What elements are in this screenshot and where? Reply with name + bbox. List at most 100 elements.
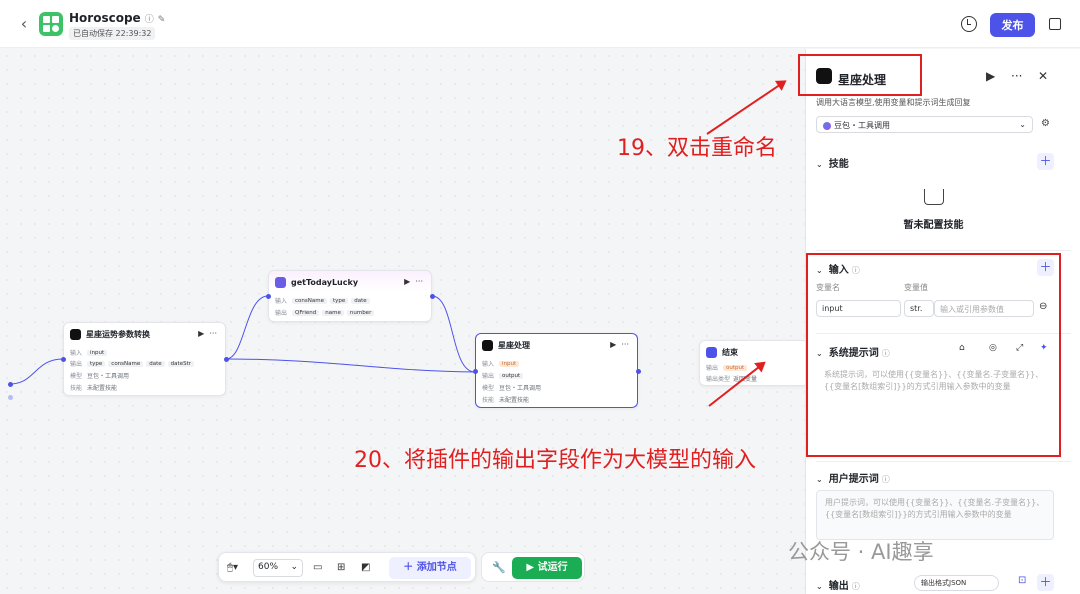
chevron-down-icon: ⌄	[816, 582, 823, 591]
node-title: 星座处理	[498, 341, 530, 350]
info-icon[interactable]: ⓘ	[852, 582, 860, 591]
tag: input	[87, 349, 108, 356]
section-label: 技能	[828, 159, 849, 170]
mouse-mode-icon[interactable]: 🖱▾	[227, 562, 238, 573]
node-output-row: 输出 output	[706, 363, 748, 372]
skill-value: 未配置技能	[499, 397, 530, 404]
model-select[interactable]: 豆包・工具调用 ⌄	[816, 116, 1033, 133]
port[interactable]	[61, 357, 66, 362]
minimap-icon[interactable]: ◩	[361, 562, 370, 573]
tag: input	[499, 360, 520, 367]
divider	[816, 333, 1071, 334]
row-label: 模型	[70, 373, 83, 380]
user-prompt-textarea[interactable]: 用户提示词，可以使用{{变量名}}、{{变量名.子变量名}}、{{变量名[数组索…	[816, 490, 1054, 540]
port[interactable]	[430, 294, 435, 299]
model-value: 豆包・工具调用	[87, 373, 130, 380]
system-prompt-textarea[interactable]: 系统提示词，可以使用{{变量名}}、{{变量名.子变量名}}、{{变量名[数组索…	[816, 363, 1054, 447]
end-icon	[706, 347, 717, 358]
section-system-prompt[interactable]: ⌄ 系统提示词 ⓘ	[816, 344, 890, 359]
edge-n2-n3	[431, 295, 476, 373]
remove-input-icon[interactable]: ⊖	[1039, 301, 1047, 312]
add-output-button[interactable]: ＋	[1037, 574, 1054, 591]
port[interactable]	[473, 369, 478, 374]
add-skill-button[interactable]: ＋	[1037, 153, 1054, 170]
row-label: 模型	[482, 385, 495, 392]
input-type-select[interactable]: str.	[904, 300, 934, 317]
model-select-value: 豆包・工具调用	[834, 121, 890, 130]
port[interactable]	[636, 369, 641, 374]
section-input[interactable]: ⌄ 输入 ⓘ	[816, 261, 860, 276]
history-icon[interactable]	[961, 16, 977, 32]
node-header: 星座处理	[482, 340, 530, 351]
template-icon[interactable]: ⌂	[959, 343, 965, 353]
lightbulb-icon[interactable]: ◎	[989, 343, 997, 353]
value-placeholder: 输入或引用参数值	[940, 305, 1004, 314]
add-node-button[interactable]: ＋ 添加节点	[389, 557, 471, 579]
port[interactable]	[224, 357, 229, 362]
test-run-button[interactable]: ▶ 试运行	[512, 557, 582, 579]
row-label: 输出	[482, 373, 495, 380]
add-input-button[interactable]: ＋	[1037, 259, 1054, 276]
run-toolbar: 🔧 ▶ 试运行	[481, 552, 585, 582]
annotation-input: 20、将插件的输出字段作为大模型的输入	[354, 448, 756, 473]
chevron-down-icon: ⌄	[816, 160, 823, 169]
zoom-value: 60%	[258, 562, 279, 572]
port[interactable]	[266, 294, 271, 299]
section-output[interactable]: ⌄ 输出 ⓘ	[816, 577, 860, 592]
port[interactable]	[8, 395, 13, 400]
node-config-panel: 星座处理 ▶ ··· ✕ 调用大语言模型,使用变量和提示词生成回复 豆包・工具调…	[805, 49, 1080, 594]
layout-icon[interactable]: ⊞	[337, 562, 345, 573]
node-model-row: 模型 豆包・工具调用	[482, 383, 541, 392]
port[interactable]	[8, 382, 13, 387]
llm-icon	[482, 340, 493, 351]
zoom-select[interactable]: 60% ⌄	[253, 559, 303, 577]
panel-description: 调用大语言模型,使用变量和提示词生成回复	[816, 98, 971, 107]
tag: date	[351, 297, 370, 304]
close-icon[interactable]: ✕	[1038, 69, 1048, 83]
edit-icon[interactable]: ✎	[158, 15, 166, 25]
section-skills[interactable]: ⌄ 技能	[816, 155, 849, 170]
expand-icon[interactable]: ⤢	[1016, 343, 1023, 353]
node-constellation-process[interactable]: 星座处理 ▶ ··· 输入 input 输出 output 模型 豆包・工具调用 技能…	[475, 333, 638, 408]
node-get-today-lucky[interactable]: getTodayLucky ▶ ··· 输入 consName type date 输…	[268, 270, 432, 322]
add-node-label: 添加节点	[416, 562, 457, 573]
wrench-icon[interactable]: 🔧	[492, 561, 506, 574]
info-icon[interactable]: ⓘ	[145, 12, 154, 25]
top-bar: ‹ Horoscope ⓘ ✎ 已自动保存 22:39:32 发布	[0, 0, 1080, 48]
play-icon[interactable]: ▶	[986, 69, 995, 83]
json-import-icon[interactable]: ⊡	[1018, 575, 1026, 586]
tag: output	[723, 364, 748, 371]
ai-sparkle-icon[interactable]: ✦	[1040, 343, 1048, 353]
node-actions[interactable]: ▶ ···	[610, 340, 629, 349]
back-icon[interactable]: ‹	[14, 14, 34, 34]
comment-icon[interactable]: ▭	[313, 562, 322, 573]
watermark: 公众号 · AI趣享	[788, 540, 934, 564]
input-name-field[interactable]: input	[816, 300, 901, 317]
node-input-row: 输入 consName type date	[275, 296, 370, 305]
node-actions[interactable]: ▶ ···	[198, 329, 217, 338]
test-run-label: 试运行	[537, 562, 568, 573]
empty-skill-icon	[924, 189, 944, 205]
output-format-select[interactable]: 输出格式JSON	[914, 575, 999, 591]
section-user-prompt[interactable]: ⌄ 用户提示词 ⓘ	[816, 470, 890, 485]
panel-title[interactable]: 星座处理	[838, 71, 886, 88]
info-icon[interactable]: ⓘ	[882, 475, 890, 484]
info-icon[interactable]: ⓘ	[852, 266, 860, 275]
section-label: 系统提示词	[828, 348, 879, 359]
node-params-convert[interactable]: 星座运势参数转换 ▶ ··· 输入 input 输出 type consName dat…	[63, 322, 226, 396]
tag: consName	[108, 360, 144, 367]
node-header: 结束	[706, 347, 738, 358]
llm-icon	[70, 329, 81, 340]
gear-icon[interactable]: ⚙	[1041, 118, 1050, 129]
row-label: 技能	[482, 397, 495, 404]
input-value-field[interactable]: 输入或引用参数值	[934, 300, 1034, 317]
column-header-value: 变量值	[904, 283, 928, 292]
publish-button[interactable]: 发布	[990, 13, 1035, 37]
info-icon[interactable]: ⓘ	[882, 349, 890, 358]
more-icon[interactable]: ···	[1011, 69, 1022, 83]
row-label: 技能	[70, 385, 83, 392]
node-actions[interactable]: ▶ ···	[404, 277, 423, 286]
node-title: getTodayLucky	[291, 278, 359, 287]
tag: dateStr	[167, 360, 194, 367]
copy-icon[interactable]	[1049, 18, 1061, 30]
